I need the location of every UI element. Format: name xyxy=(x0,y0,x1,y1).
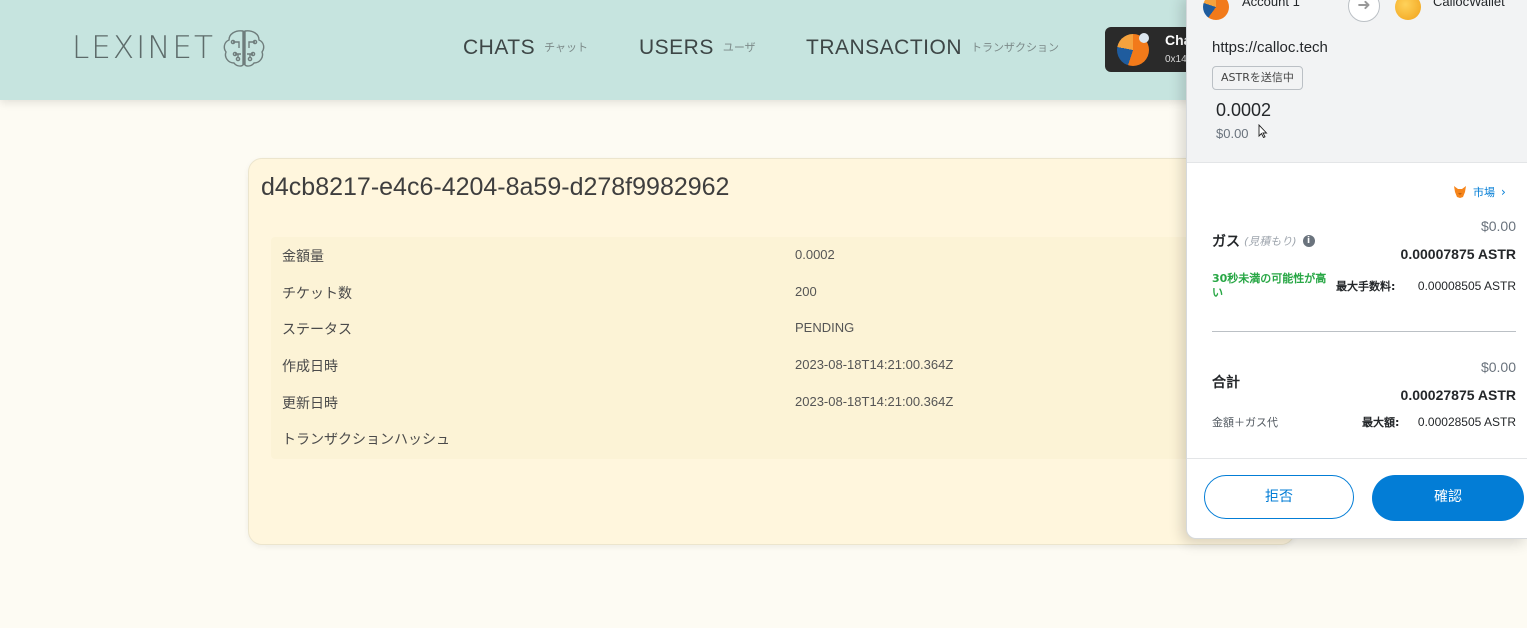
to-account-label[interactable]: CallocWallet xyxy=(1433,0,1505,9)
total-max-value: 0.00028505 ASTR xyxy=(1417,415,1516,429)
table-row: 金額量 0.0002 xyxy=(271,237,1191,273)
nav-chats[interactable]: CHATS チャット xyxy=(463,36,588,60)
gas-estimate-note: (見積もり) xyxy=(1244,235,1297,248)
nav-transaction-sublabel: トランザクション xyxy=(971,41,1060,54)
transaction-card: d4cb8217-e4c6-4204-8a59-d278f9982962 金額量… xyxy=(248,158,1295,545)
brain-circuit-icon xyxy=(223,30,265,67)
send-amount-fiat: $0.00 xyxy=(1216,126,1249,141)
row-label: トランザクションハッシュ xyxy=(282,432,450,448)
total-max-label: 最大額: xyxy=(1362,416,1400,429)
row-label: 作成日時 xyxy=(282,359,338,375)
nav-transaction[interactable]: TRANSACTION トランザクション xyxy=(806,36,1059,60)
gas-label-group: ガス (見積もり) i xyxy=(1212,231,1315,251)
row-label: 更新日時 xyxy=(282,396,338,412)
nav-users-label: USERS xyxy=(639,36,714,59)
nav-chats-label: CHATS xyxy=(463,36,536,59)
gas-fee-fiat: $0.00 xyxy=(1480,218,1516,234)
wallet-summary-panel: Account 1 ➜ CallocWallet https://calloc.… xyxy=(1187,0,1527,163)
wallet-confirmation-popup: Account 1 ➜ CallocWallet https://calloc.… xyxy=(1186,0,1527,539)
logo-text: LEXINET xyxy=(72,30,215,66)
gas-fee-amount: 0.00007875 ASTR xyxy=(1400,246,1516,262)
action-badge: ASTRを送信中 xyxy=(1212,66,1303,90)
row-value: 2023-08-18T14:21:00.364Z xyxy=(795,394,954,409)
gas-speed-note: 30秒未満の可能性が高い xyxy=(1212,272,1327,299)
origin-url: https://calloc.tech xyxy=(1212,39,1328,56)
table-row: 作成日時 2023-08-18T14:21:00.364Z xyxy=(271,347,1191,383)
total-label: 合計 xyxy=(1212,375,1240,391)
row-label: 金額量 xyxy=(282,249,324,265)
nav-transaction-label: TRANSACTION xyxy=(806,36,963,59)
from-account-avatar xyxy=(1203,0,1229,20)
status-value: PENDING xyxy=(795,320,855,335)
market-link-label: 市場 xyxy=(1473,186,1495,199)
logo[interactable]: LEXINET xyxy=(72,28,267,68)
row-value: 200 xyxy=(795,284,817,299)
from-account-label[interactable]: Account 1 xyxy=(1242,0,1300,9)
row-value: 2023-08-18T14:21:00.364Z xyxy=(795,357,954,372)
total-amount: 0.00027875 ASTR xyxy=(1400,387,1516,403)
chevron-right-icon: › xyxy=(1501,185,1506,199)
fox-icon xyxy=(1454,186,1466,198)
total-fiat: $0.00 xyxy=(1480,359,1516,375)
confirm-button[interactable]: 確認 xyxy=(1372,475,1524,521)
gas-label: ガス xyxy=(1212,234,1240,250)
row-label: チケット数 xyxy=(282,286,352,302)
nav-chats-sublabel: チャット xyxy=(544,41,589,54)
max-fee-value: 0.00008505 ASTR xyxy=(1417,279,1516,293)
divider xyxy=(1187,458,1527,459)
mouse-cursor-icon xyxy=(1258,124,1268,138)
row-label: ステータス xyxy=(282,322,352,338)
to-account-avatar xyxy=(1395,0,1421,20)
account-chip-address: 0x14 xyxy=(1165,54,1187,65)
divider xyxy=(1212,331,1516,332)
arrow-right-icon: ➜ xyxy=(1348,0,1380,22)
info-icon[interactable]: i xyxy=(1302,235,1315,247)
nav-users[interactable]: USERS ユーザ xyxy=(639,36,756,60)
market-link[interactable]: 市場 › xyxy=(1453,184,1506,200)
nav-users-sublabel: ユーザ xyxy=(722,41,756,54)
table-row: ステータス PENDING xyxy=(271,310,1191,346)
table-row: トランザクションハッシュ xyxy=(271,420,1191,456)
network-dot-icon xyxy=(1139,33,1149,43)
max-fee-label: 最大手数料: xyxy=(1336,280,1396,293)
reject-button[interactable]: 拒否 xyxy=(1204,475,1354,519)
total-sub-label: 金額＋ガス代 xyxy=(1212,416,1278,429)
table-row: チケット数 200 xyxy=(271,274,1191,310)
row-value: 0.0002 xyxy=(795,247,835,262)
transaction-detail-table: 金額量 0.0002 チケット数 200 ステータス PENDING 作成日時 … xyxy=(271,237,1191,459)
transaction-id-title: d4cb8217-e4c6-4204-8a59-d278f9982962 xyxy=(261,173,730,201)
send-amount: 0.0002 xyxy=(1216,100,1272,120)
table-row: 更新日時 2023-08-18T14:21:00.364Z xyxy=(271,384,1191,420)
